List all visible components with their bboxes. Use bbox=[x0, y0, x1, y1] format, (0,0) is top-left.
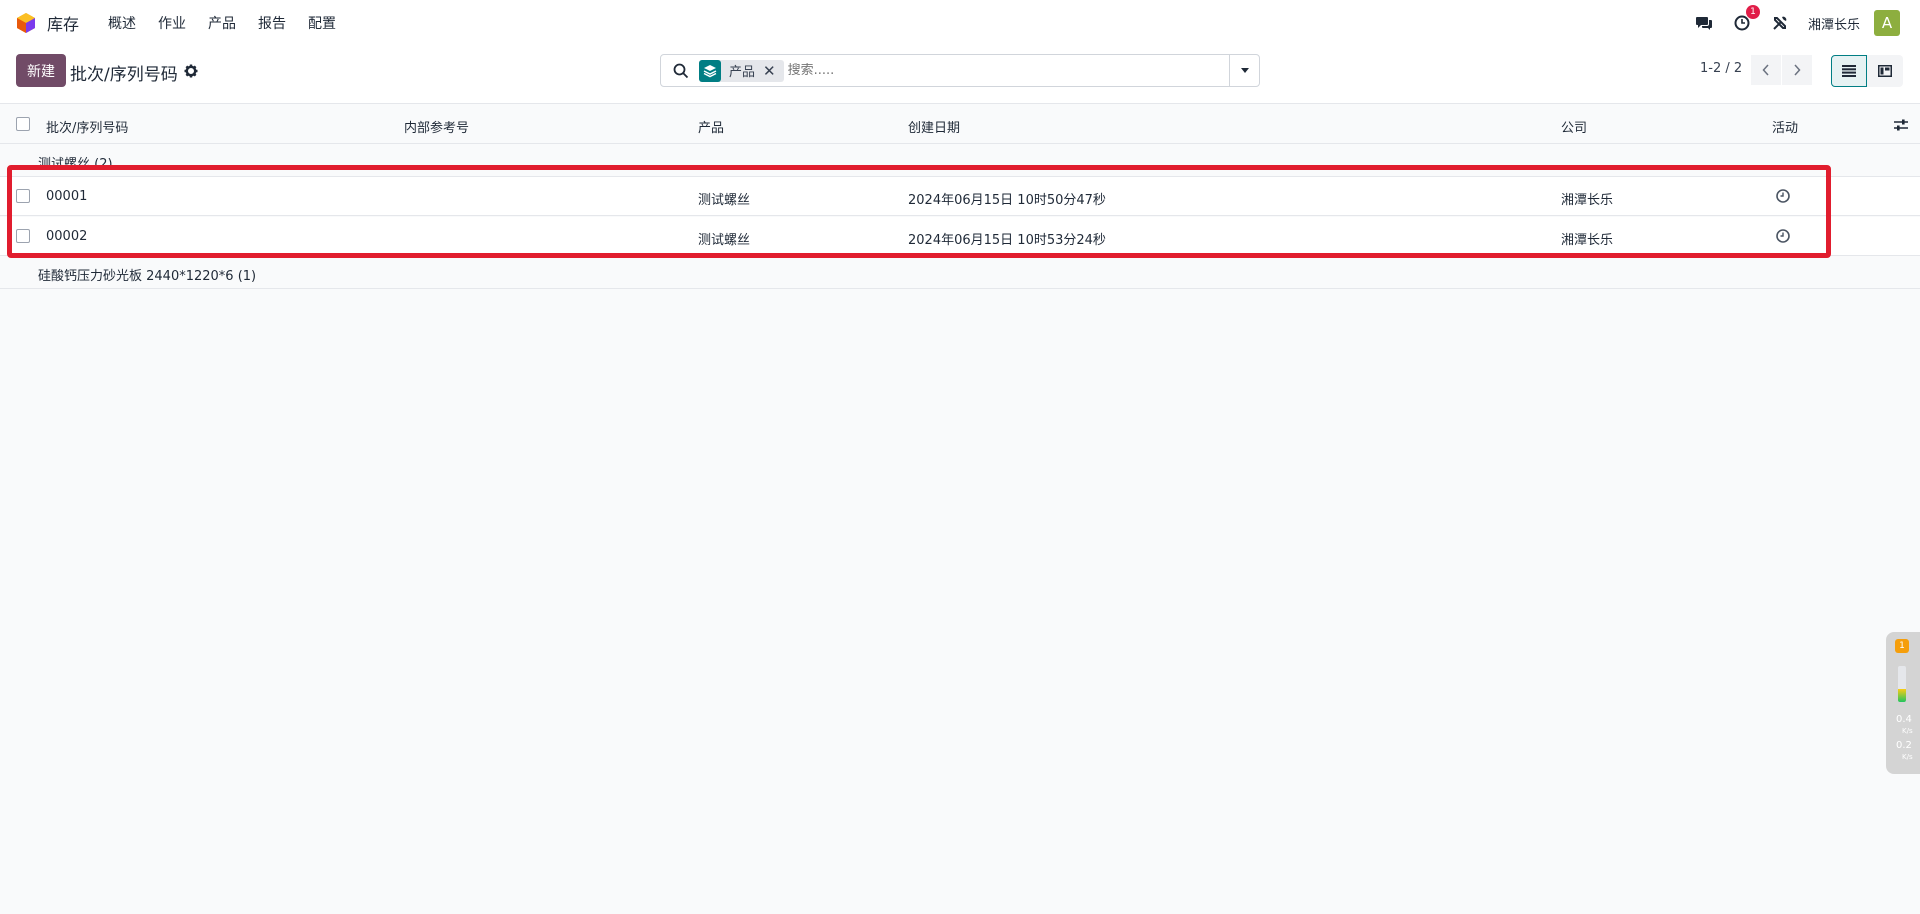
pager-value[interactable]: 1-2 / 2 bbox=[1700, 61, 1742, 76]
chat-icon[interactable] bbox=[1694, 13, 1714, 33]
facet-label: 产品 bbox=[729, 65, 756, 80]
cell-company: 湘潭长乐 bbox=[1561, 193, 1614, 208]
group-row-collapsed[interactable]: 硅酸钙压力砂光板 2440*1220*6 (1) bbox=[0, 257, 1920, 289]
upload-speed: 0.4 bbox=[1896, 714, 1912, 725]
column-product[interactable]: 产品 bbox=[698, 117, 724, 136]
network-speed-widget[interactable]: 1 0.4 K/s 0.2 K/s bbox=[1886, 632, 1920, 774]
kanban-view-button[interactable] bbox=[1867, 55, 1903, 87]
cell-created-date: 2024年06月15日 10时50分47秒 bbox=[908, 193, 1106, 208]
debug-tools-icon[interactable] bbox=[1770, 13, 1790, 33]
column-company[interactable]: 公司 bbox=[1561, 117, 1587, 136]
kanban-icon bbox=[1878, 65, 1892, 77]
activity-badge: 1 bbox=[1745, 5, 1760, 19]
cell-created-date: 2024年06月15日 10时53分24秒 bbox=[908, 233, 1106, 248]
navbar-systray: 1 湘潭长乐 A bbox=[1694, 0, 1920, 46]
menu-operations[interactable]: 作业 bbox=[158, 13, 186, 33]
top-navbar: 库存 概述 作业 产品 报告 配置 1 湘潭长乐 A bbox=[0, 0, 1920, 46]
activity-clock-icon[interactable]: 1 bbox=[1732, 5, 1760, 33]
search-input[interactable] bbox=[787, 63, 1229, 78]
pager-next-button[interactable] bbox=[1782, 55, 1812, 85]
group-label: 测试螺丝 (2) bbox=[38, 157, 113, 172]
activity-clock-icon[interactable] bbox=[1775, 188, 1791, 204]
cell-lot: 00002 bbox=[46, 229, 88, 244]
pager-previous-button[interactable] bbox=[1751, 55, 1781, 85]
download-speed: 0.2 bbox=[1896, 740, 1912, 751]
company-switcher[interactable]: 湘潭长乐 bbox=[1808, 14, 1860, 33]
activity-clock-icon[interactable] bbox=[1775, 228, 1791, 244]
chevron-right-icon bbox=[1794, 64, 1801, 76]
row-checkbox[interactable] bbox=[16, 189, 30, 203]
cell-product: 测试螺丝 bbox=[698, 193, 751, 208]
chevron-left-icon bbox=[1762, 64, 1769, 76]
list-icon bbox=[1842, 65, 1856, 77]
table-row[interactable]: 00002 测试螺丝 2024年06月15日 10时53分24秒 湘潭长乐 bbox=[0, 217, 1920, 256]
cell-product: 测试螺丝 bbox=[698, 233, 751, 248]
table-row[interactable]: 00001 测试螺丝 2024年06月15日 10时50分47秒 湘潭长乐 bbox=[0, 177, 1920, 216]
select-all-checkbox[interactable] bbox=[16, 117, 30, 131]
search-facet: 产品 ✕ bbox=[699, 59, 784, 82]
app-name[interactable]: 库存 bbox=[47, 11, 79, 35]
inventory-app-icon[interactable] bbox=[15, 12, 37, 34]
group-row-expanded[interactable]: 测试螺丝 (2) bbox=[0, 145, 1920, 177]
breadcrumb: 批次/序列号码 bbox=[70, 65, 178, 85]
search-icon[interactable] bbox=[673, 63, 689, 79]
widget-badge: 1 bbox=[1895, 639, 1909, 653]
download-unit: K/s bbox=[1902, 753, 1913, 761]
cell-lot: 00001 bbox=[46, 189, 88, 204]
layers-icon bbox=[699, 59, 721, 82]
caret-down-icon bbox=[1240, 67, 1249, 73]
column-lot[interactable]: 批次/序列号码 bbox=[46, 117, 128, 136]
search-bar: 产品 ✕ bbox=[660, 54, 1260, 87]
column-created-date[interactable]: 创建日期 bbox=[908, 117, 960, 136]
menu-products[interactable]: 产品 bbox=[208, 13, 236, 33]
close-icon[interactable]: ✕ bbox=[763, 62, 784, 80]
menu-overview[interactable]: 概述 bbox=[108, 13, 136, 33]
search-options-toggle[interactable] bbox=[1229, 55, 1259, 86]
optional-columns-icon[interactable] bbox=[1894, 119, 1908, 131]
list-view-button[interactable] bbox=[1831, 55, 1867, 87]
menu-configuration[interactable]: 配置 bbox=[308, 13, 336, 33]
list-header: 批次/序列号码 内部参考号 产品 创建日期 公司 活动 bbox=[0, 105, 1920, 144]
new-button[interactable]: 新建 bbox=[16, 54, 66, 87]
row-checkbox[interactable] bbox=[16, 229, 30, 243]
cell-company: 湘潭长乐 bbox=[1561, 233, 1614, 248]
upload-unit: K/s bbox=[1902, 727, 1913, 735]
column-activity[interactable]: 活动 bbox=[1772, 117, 1798, 136]
control-panel: 新建 批次/序列号码 产品 ✕ 搜索..... 1-2 / 2 bbox=[0, 46, 1920, 104]
widget-level-bar bbox=[1898, 666, 1906, 702]
user-avatar[interactable]: A bbox=[1874, 10, 1900, 36]
column-internal-ref[interactable]: 内部参考号 bbox=[404, 117, 469, 136]
menu-reporting[interactable]: 报告 bbox=[258, 13, 286, 33]
gear-icon[interactable] bbox=[184, 64, 198, 78]
group-label: 硅酸钙压力砂光板 2440*1220*6 (1) bbox=[38, 269, 257, 284]
widget-level-fill bbox=[1898, 689, 1906, 702]
